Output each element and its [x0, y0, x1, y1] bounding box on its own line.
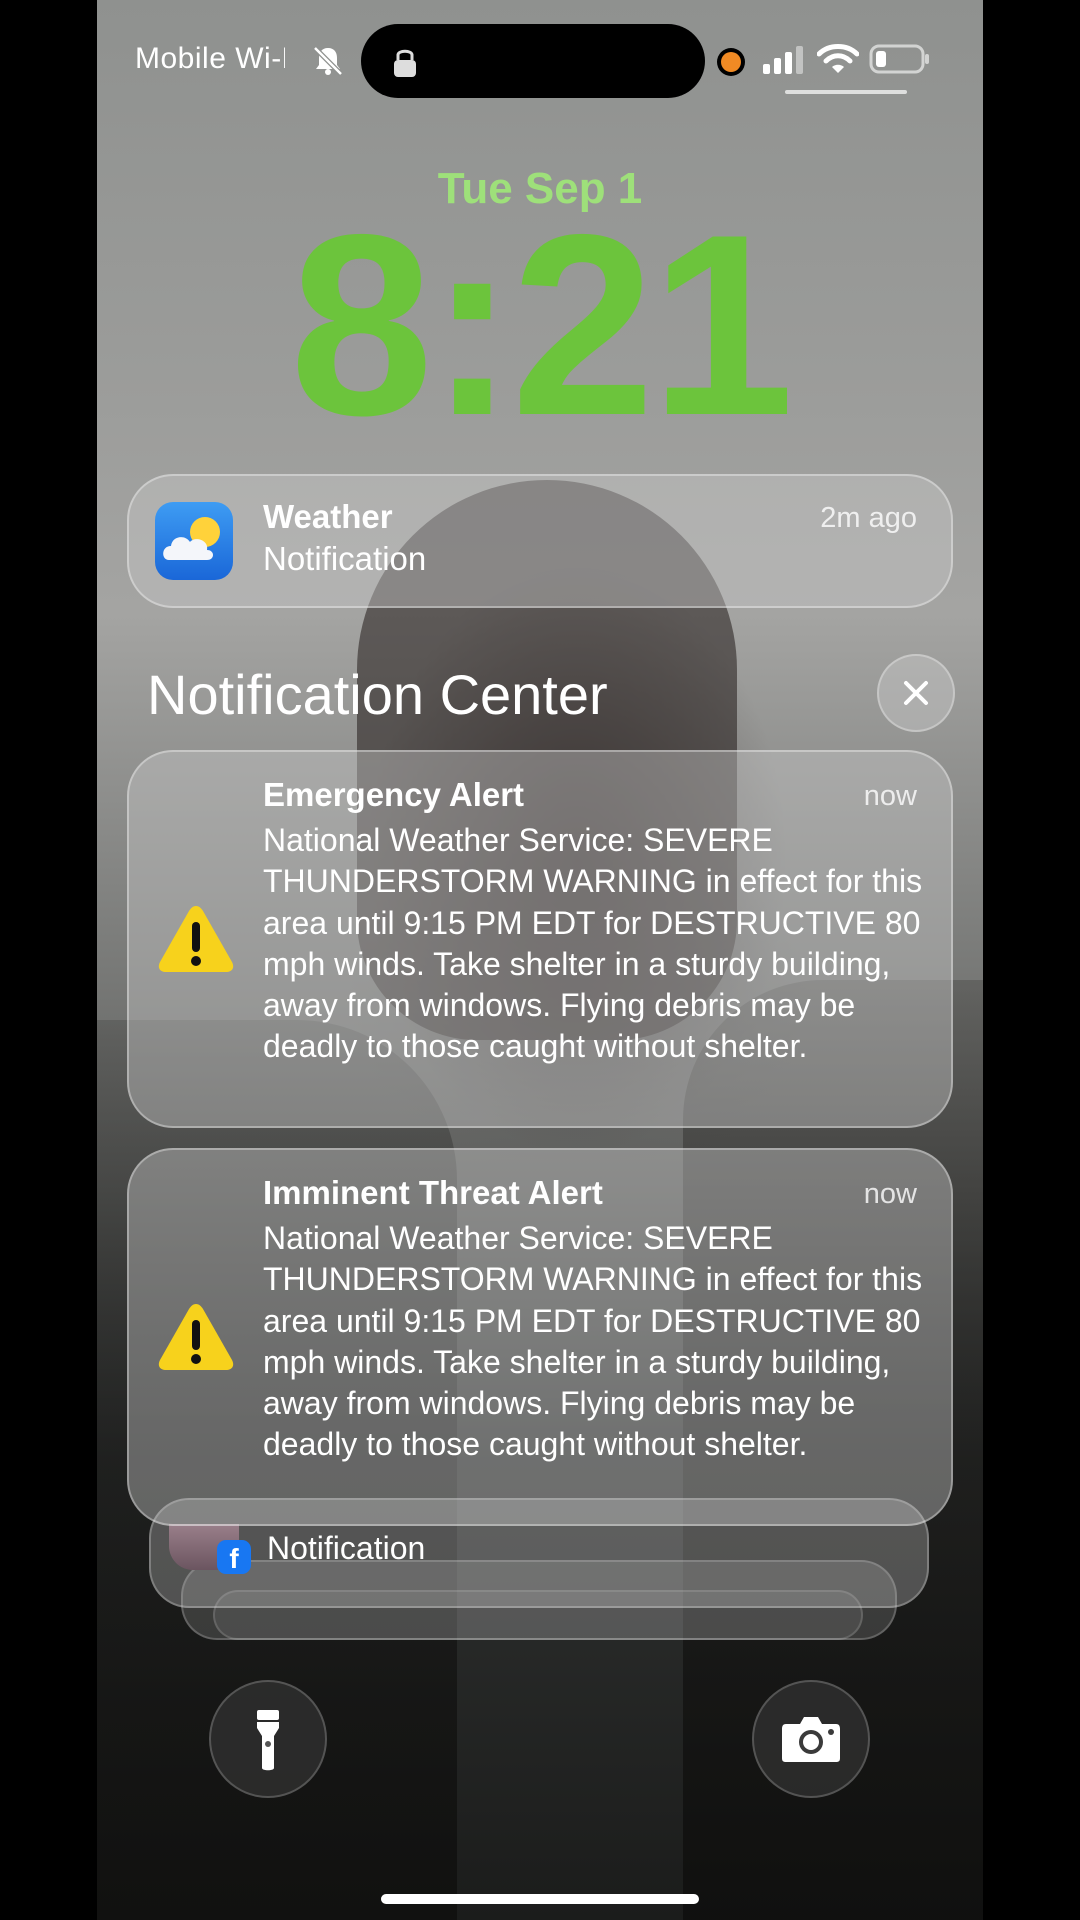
flashlight-icon [257, 1710, 279, 1771]
alert-time: now [863, 780, 917, 812]
alert-title: Imminent Threat Alert [263, 1174, 603, 1211]
battery-icon [869, 44, 929, 74]
lock-icon [394, 49, 416, 77]
emergency-alert-notification[interactable]: Emergency Alert now National Weather Ser… [127, 750, 953, 1128]
notification-app-name: Weather [263, 498, 393, 535]
warning-triangle-icon [158, 906, 234, 972]
carrier-label: Mobile Wi-Fi [135, 42, 285, 75]
weather-cloud-sun-icon [155, 502, 233, 580]
status-indicator-bar [785, 90, 907, 94]
home-indicator[interactable] [381, 1894, 699, 1904]
camera-icon [782, 1717, 840, 1762]
lock-screen: Mobile Wi-Fi Tue Sep 1 8:21 [97, 0, 983, 1920]
notification-time: 2m ago [820, 502, 917, 534]
warning-triangle-icon [158, 1304, 234, 1370]
signal-icon [763, 46, 803, 74]
camera-button[interactable] [752, 1680, 870, 1798]
recording-dot-icon [721, 52, 741, 72]
lock-clock: 8:21 [289, 180, 794, 469]
stacked-notification-text: Notification [267, 1530, 426, 1566]
weather-notification[interactable]: Weather Notification 2m ago [127, 474, 953, 608]
wifi-icon [817, 44, 859, 73]
facebook-icon: f [217, 1540, 251, 1574]
bell-slash-icon [313, 46, 343, 76]
alert-title: Emergency Alert [263, 776, 525, 813]
flashlight-button[interactable] [209, 1680, 327, 1798]
close-icon [904, 681, 928, 705]
imminent-threat-alert-notification[interactable]: Imminent Threat Alert now National Weath… [127, 1148, 953, 1526]
alert-body: National Weather Service: SEVERE THUNDER… [263, 822, 923, 1065]
notification-center-title: Notification Center [147, 663, 608, 726]
dynamic-island [361, 24, 705, 98]
notification-subtitle: Notification [263, 540, 427, 577]
alert-time: now [863, 1178, 917, 1210]
alert-body: National Weather Service: SEVERE THUNDER… [263, 1220, 923, 1463]
close-button[interactable] [877, 654, 955, 732]
